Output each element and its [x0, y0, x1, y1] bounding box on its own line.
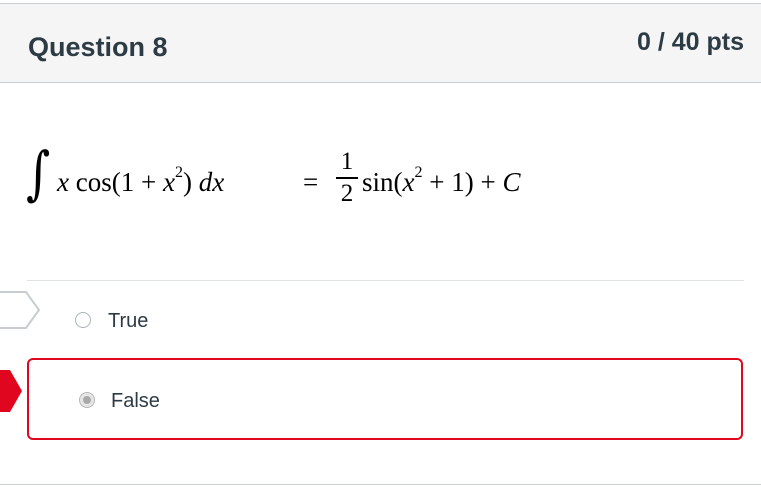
equation-lhs: x cos(1 + x2) dx — [57, 164, 225, 198]
var-x: x — [57, 167, 69, 197]
cos-term: cos(1 + — [68, 167, 163, 197]
differential: dx — [198, 167, 225, 197]
constant-c: C — [502, 167, 521, 197]
answer-option-false[interactable]: False — [27, 358, 743, 440]
fraction-bar — [336, 177, 358, 179]
integral-sign: ∫ — [26, 139, 51, 207]
rhs-tail: + 1) + — [422, 167, 503, 197]
radio-true[interactable] — [75, 312, 91, 328]
question-points: 0 / 40 pts — [637, 28, 744, 56]
close-paren: ) — [182, 167, 199, 197]
exponent-rhs: 2 — [414, 164, 423, 181]
fraction-one-half: 1 2 — [336, 149, 358, 207]
bottom-divider — [0, 484, 761, 485]
equals-sign: = — [303, 167, 319, 197]
incorrect-answer-arrow-icon — [0, 370, 22, 412]
equation-rhs: sin(x2 + 1) + C — [362, 164, 521, 198]
var-x-squared: x — [162, 167, 175, 197]
answer-label-true: True — [108, 310, 149, 332]
fraction-numerator: 1 — [340, 148, 354, 175]
question-title: Question 8 — [28, 32, 168, 62]
exponent: 2 — [174, 164, 183, 181]
quiz-question-frame: Question 8 0 / 40 pts ∫ x cos(1 + x2) dx… — [0, 0, 761, 487]
answer-label-false: False — [111, 390, 160, 412]
question-header: Question 8 0 / 40 pts — [0, 3, 761, 83]
answer-option-true[interactable]: True — [27, 281, 743, 361]
radio-false-selected[interactable] — [79, 392, 95, 408]
fraction-denominator: 2 — [340, 180, 354, 207]
var-x-rhs: x — [402, 167, 415, 197]
sin-term: sin( — [362, 167, 403, 197]
